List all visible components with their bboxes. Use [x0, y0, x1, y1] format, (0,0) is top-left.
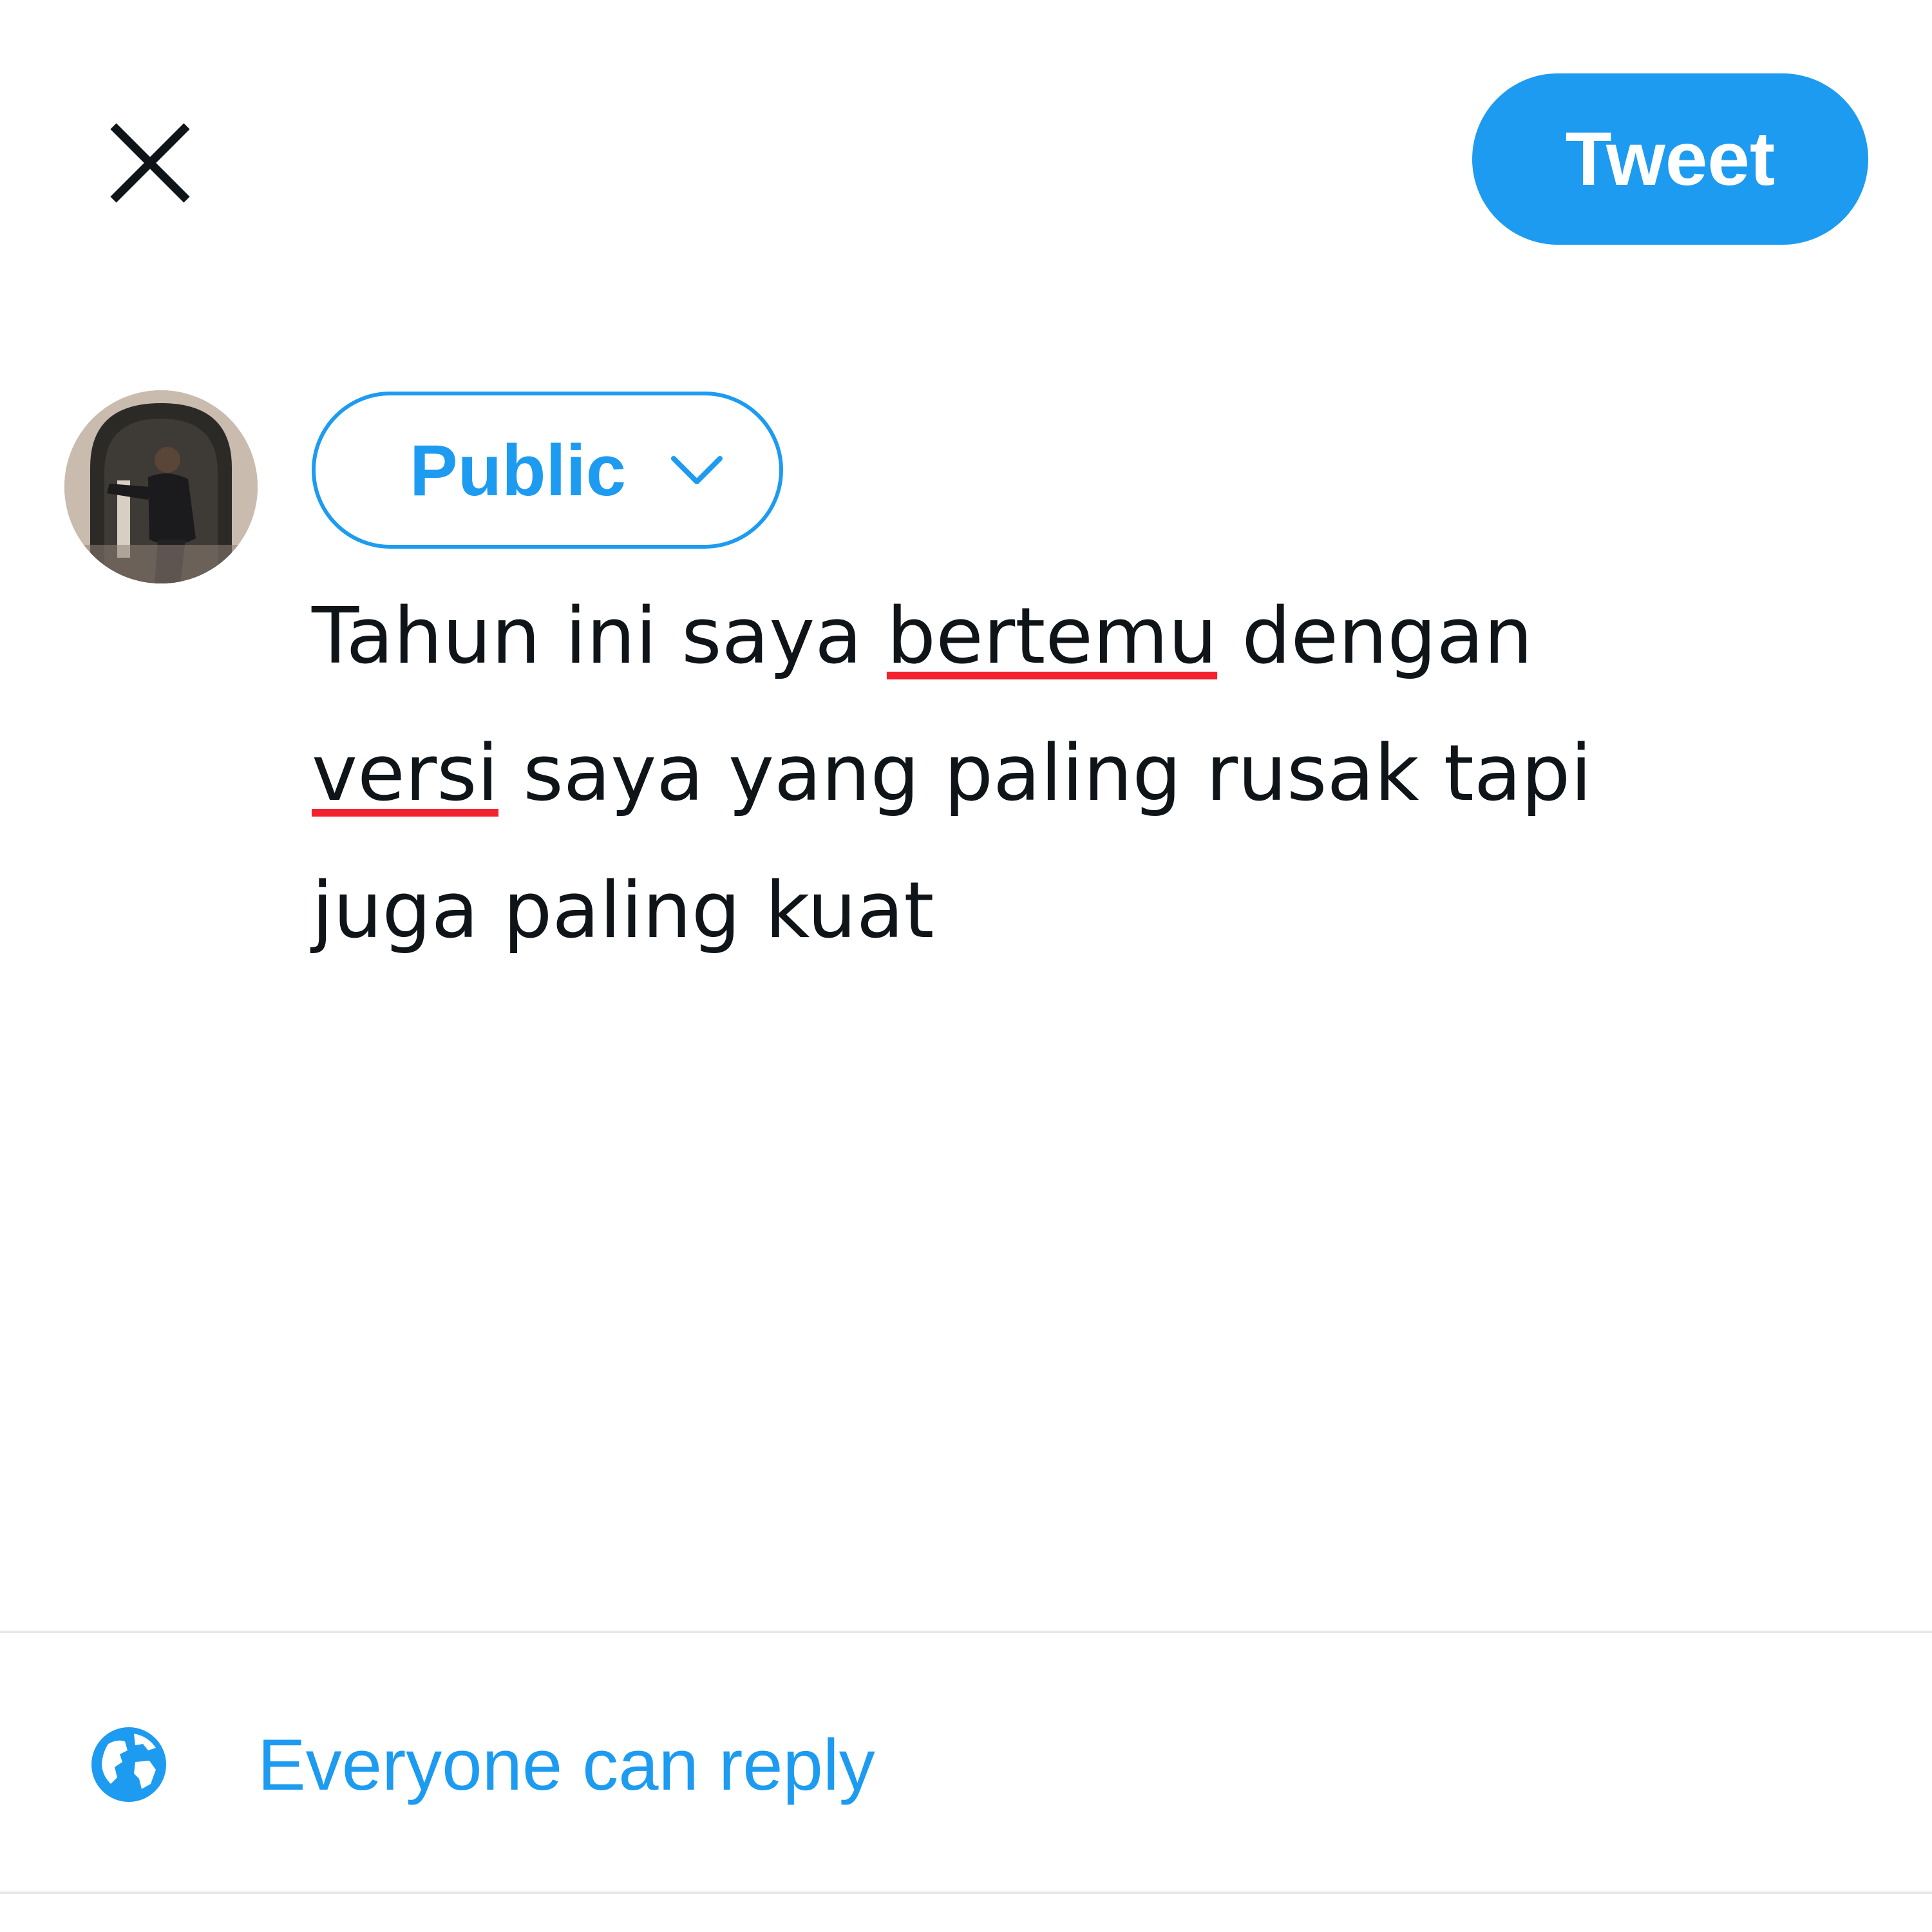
- chevron-down-icon: [671, 456, 723, 484]
- reply-setting-button[interactable]: Everyone can reply: [89, 1719, 875, 1810]
- divider: [0, 1631, 1932, 1633]
- globe-icon: [91, 1727, 166, 1802]
- tweet-text-line: juga paling kuat: [312, 842, 1844, 980]
- audience-selector[interactable]: Public: [312, 392, 783, 549]
- text-segment: juga paling kuat: [312, 866, 934, 956]
- audience-label: Public: [410, 430, 627, 511]
- divider: [0, 1891, 1932, 1894]
- close-button[interactable]: [102, 115, 198, 211]
- close-icon: [110, 123, 190, 203]
- tweet-button[interactable]: Tweet: [1472, 73, 1868, 245]
- text-segment: saya yang paling rusak tapi: [498, 729, 1592, 819]
- reply-setting-label: Everyone can reply: [258, 1724, 875, 1805]
- text-segment: Tahun ini saya: [312, 592, 887, 681]
- tweet-text-input[interactable]: Tahun ini saya bertemu dengan versi saya…: [312, 568, 1844, 980]
- misspelled-word[interactable]: bertemu: [887, 592, 1217, 681]
- avatar[interactable]: [64, 390, 258, 583]
- tweet-text-line: Tahun ini saya bertemu dengan: [312, 568, 1844, 705]
- misspelled-word[interactable]: versi: [312, 729, 498, 819]
- avatar-image: [64, 390, 258, 583]
- tweet-text-line: versi saya yang paling rusak tapi: [312, 705, 1844, 842]
- text-segment: dengan: [1217, 592, 1533, 681]
